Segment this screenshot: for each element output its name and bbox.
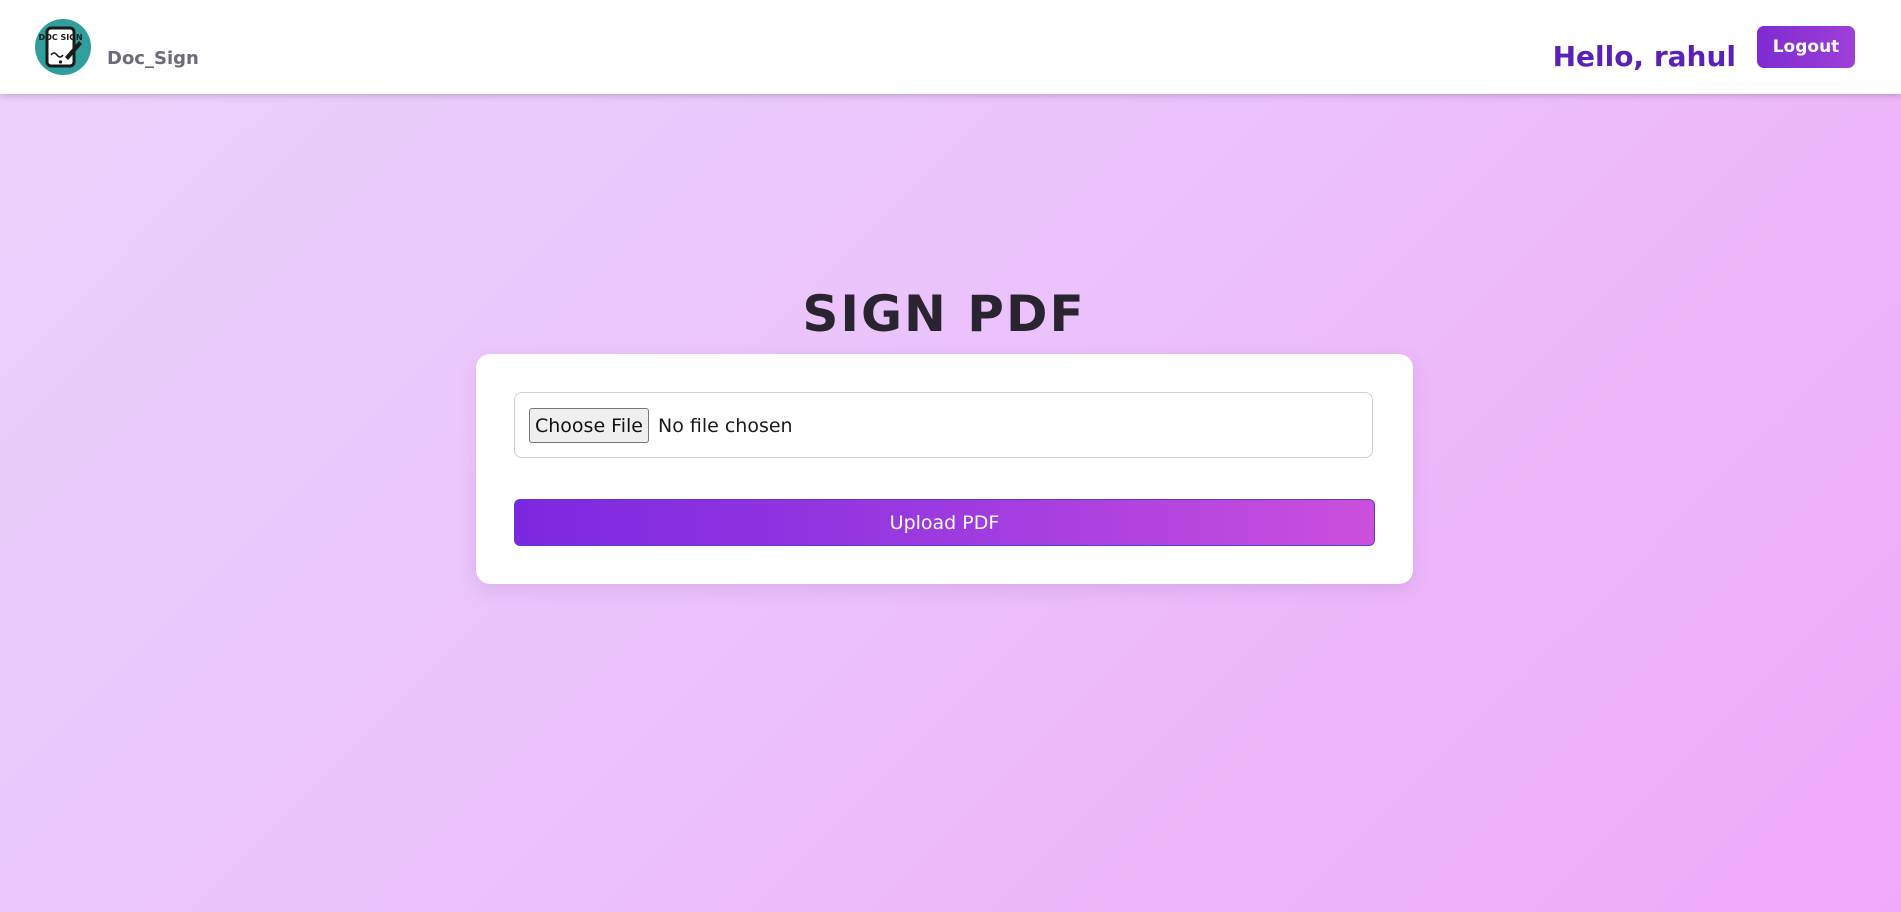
page-title: SIGN PDF [802, 285, 1086, 343]
upload-pdf-button[interactable]: Upload PDF [514, 499, 1375, 546]
logout-button[interactable]: Logout [1757, 26, 1855, 68]
brand-name[interactable]: Doc_Sign [107, 48, 199, 69]
file-input[interactable]: Choose File No file chosen [514, 392, 1373, 458]
user-greeting: Hello, rahul [1552, 40, 1736, 73]
doc-sign-logo-icon[interactable]: DOC SIGN [35, 19, 91, 75]
choose-file-button[interactable]: Choose File [529, 408, 649, 443]
logo-text: DOC SIGN [38, 33, 82, 42]
upload-card: Choose File No file chosen Upload PDF [476, 354, 1413, 584]
file-status-text: No file chosen [658, 415, 793, 437]
top-navbar: DOC SIGN Doc_Sign Hello, rahul Logout [0, 0, 1901, 94]
